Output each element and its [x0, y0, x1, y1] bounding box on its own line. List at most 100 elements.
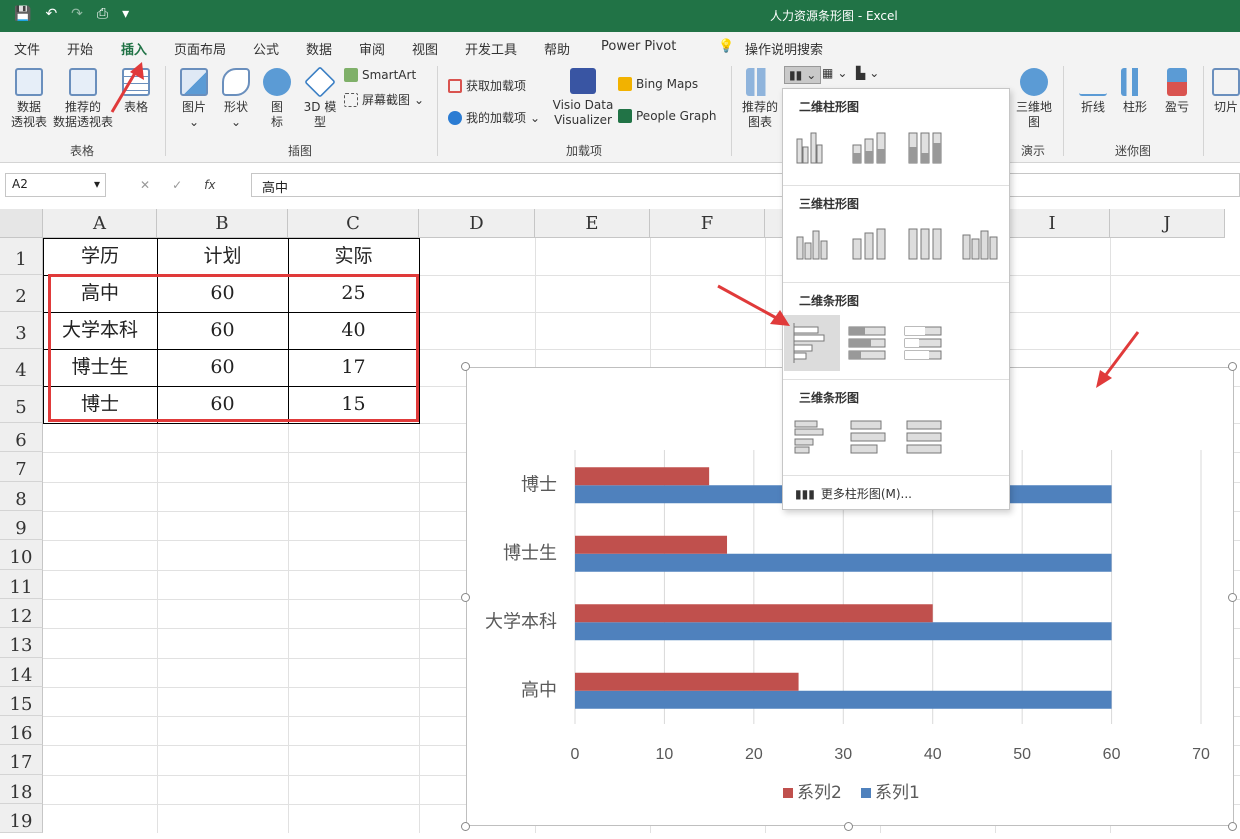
formula-input[interactable]: 高中 — [251, 173, 1240, 197]
smartart-button[interactable]: SmartArt — [344, 68, 416, 82]
icons-button[interactable]: 图 标 — [262, 68, 292, 130]
100-stacked-bar-option[interactable] — [901, 321, 945, 365]
resize-handle[interactable] — [844, 822, 853, 831]
tell-me-search[interactable]: 操作说明搜索 — [745, 39, 823, 58]
sparkline-winloss-button[interactable]: 盈亏 — [1160, 68, 1194, 115]
resize-handle[interactable] — [1228, 593, 1237, 602]
shapes-button[interactable]: 形状 ⌄ — [218, 68, 254, 130]
100-stacked-column-option[interactable] — [901, 125, 945, 169]
enter-icon[interactable]: ✓ — [172, 178, 182, 192]
3d-100-stacked-column-option[interactable] — [901, 221, 945, 265]
column-header-A[interactable]: A — [43, 209, 157, 238]
cell-A1[interactable]: 学历 — [43, 238, 157, 275]
row-header-16[interactable]: 16 — [0, 716, 43, 745]
cancel-icon[interactable]: ✕ — [140, 178, 150, 192]
row-header-15[interactable]: 15 — [0, 687, 43, 716]
select-all-corner[interactable] — [0, 209, 43, 238]
3d-clustered-column-option[interactable] — [789, 221, 833, 265]
row-header-13[interactable]: 13 — [0, 628, 43, 658]
3d-column-option[interactable] — [957, 221, 1001, 265]
tab-page-layout[interactable]: 页面布局 — [174, 39, 226, 58]
row-header-19[interactable]: 19 — [0, 804, 43, 833]
row-header-5[interactable]: 5 — [0, 386, 43, 423]
resize-handle[interactable] — [461, 822, 470, 831]
clustered-column-option[interactable] — [789, 125, 833, 169]
row-header-8[interactable]: 8 — [0, 482, 43, 511]
row-header-11[interactable]: 11 — [0, 570, 43, 599]
stacked-bar-option[interactable] — [845, 321, 889, 365]
recommended-charts-button[interactable]: 推荐的 图表 — [740, 68, 780, 130]
tab-insert[interactable]: 插入 — [117, 39, 151, 64]
resize-handle[interactable] — [1228, 822, 1237, 831]
tab-home[interactable]: 开始 — [67, 39, 93, 58]
my-addins-button[interactable]: 我的加载项 ⌄ — [448, 109, 540, 126]
bing-maps-button[interactable]: Bing Maps — [618, 77, 698, 91]
row-header-7[interactable]: 7 — [0, 452, 43, 482]
save-icon[interactable]: 💾 — [14, 6, 31, 22]
row-header-12[interactable]: 12 — [0, 599, 43, 628]
recommended-pivot-button[interactable]: 推荐的 数据透视表 — [52, 68, 114, 130]
row-header-4[interactable]: 4 — [0, 349, 43, 386]
sparkline-line-button[interactable]: 折线 — [1076, 68, 1110, 115]
tab-file[interactable]: 文件 — [14, 39, 40, 58]
row-header-3[interactable]: 3 — [0, 312, 43, 349]
get-addins-button[interactable]: 获取加载项 — [448, 77, 526, 94]
column-header-E[interactable]: E — [535, 209, 650, 238]
resize-handle[interactable] — [1228, 362, 1237, 371]
cell-C1[interactable]: 实际 — [288, 238, 419, 275]
row-header-9[interactable]: 9 — [0, 511, 43, 540]
column-header-J[interactable]: J — [1110, 209, 1225, 238]
row-header-17[interactable]: 17 — [0, 745, 43, 775]
column-header-C[interactable]: C — [288, 209, 419, 238]
tab-formulas[interactable]: 公式 — [253, 39, 279, 58]
row-header-14[interactable]: 14 — [0, 658, 43, 687]
screenshot-button[interactable]: 屏幕截图 ⌄ — [344, 91, 424, 108]
column-header-B[interactable]: B — [157, 209, 288, 238]
row-header-1[interactable]: 1 — [0, 238, 43, 275]
column-header-F[interactable]: F — [650, 209, 765, 238]
undo-icon[interactable]: ↶ — [45, 6, 57, 22]
3d-stacked-column-option[interactable] — [845, 221, 889, 265]
chevron-down-icon[interactable]: ▾ — [94, 177, 100, 191]
picture-button[interactable]: 图片 ⌄ — [176, 68, 212, 130]
print-preview-icon[interactable]: ⎙ — [97, 6, 108, 22]
column-header-I[interactable]: I — [995, 209, 1110, 238]
tab-developer[interactable]: 开发工具 — [465, 39, 517, 58]
tab-power-pivot[interactable]: Power Pivot — [601, 39, 676, 54]
3d-model-button[interactable]: 3D 模 型 — [300, 66, 340, 130]
3d-stacked-bar-option[interactable] — [845, 415, 889, 459]
bar-series2 — [575, 467, 710, 486]
row-header-18[interactable]: 18 — [0, 775, 43, 804]
tab-data[interactable]: 数据 — [306, 39, 332, 58]
3d-map-button[interactable]: 三维地 图 — [1014, 68, 1054, 130]
resize-handle[interactable] — [461, 362, 470, 371]
tab-review[interactable]: 审阅 — [359, 39, 385, 58]
insert-function-icon[interactable]: fx — [204, 178, 215, 192]
name-box[interactable]: A2 ▾ — [5, 173, 106, 197]
hierarchy-chart-button[interactable]: ▦ ⌄ — [822, 66, 847, 80]
chevron-down-icon: ⌄ — [837, 66, 848, 80]
slicer-button[interactable]: 切片 — [1212, 68, 1240, 115]
people-graph-button[interactable]: People Graph — [618, 109, 717, 123]
3d-100-stacked-bar-option[interactable] — [901, 415, 945, 459]
row-header-10[interactable]: 10 — [0, 540, 43, 570]
redo-icon[interactable]: ↷ — [71, 6, 83, 22]
row-header-6[interactable]: 6 — [0, 423, 43, 452]
column-bar-chart-button[interactable]: ▮▮ ⌄ — [784, 66, 822, 84]
stacked-column-option[interactable] — [845, 125, 889, 169]
customize-qat-icon[interactable]: ▾ — [122, 6, 129, 22]
sparkline-column-button[interactable]: 柱形 — [1118, 68, 1152, 115]
3d-clustered-bar-option[interactable] — [789, 415, 833, 459]
resize-handle[interactable] — [461, 593, 470, 602]
row-header-2[interactable]: 2 — [0, 275, 43, 312]
more-column-charts-link[interactable]: ▮▮▮ 更多柱形图(M)... — [795, 485, 912, 502]
visio-visualizer-button[interactable]: Visio Data Visualizer — [552, 68, 614, 128]
column-header-D[interactable]: D — [419, 209, 535, 238]
section-2d-bar: 二维条形图 — [799, 294, 860, 308]
cell-B1[interactable]: 计划 — [157, 238, 288, 275]
pivot-table-button[interactable]: 数据 透视表 — [8, 68, 50, 130]
tab-help[interactable]: 帮助 — [544, 39, 570, 58]
waterfall-chart-button[interactable]: ▙ ⌄ — [856, 66, 879, 80]
picture-icon — [180, 68, 208, 96]
tab-view[interactable]: 视图 — [412, 39, 438, 58]
